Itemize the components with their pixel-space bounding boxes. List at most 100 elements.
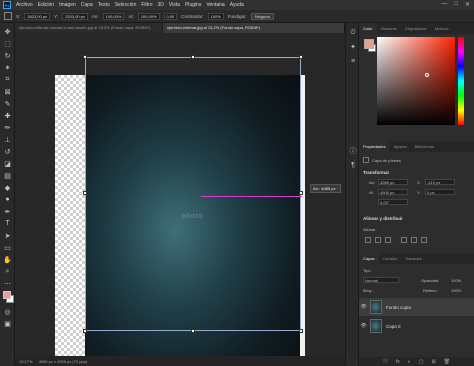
new-layer-icon[interactable]: ⊞ <box>432 359 436 365</box>
menu-3d[interactable]: 3D <box>158 2 164 8</box>
color-picker-marker[interactable] <box>425 73 429 77</box>
tab-ajustes[interactable]: Ajustes <box>389 141 410 152</box>
foreground-color-chip[interactable] <box>364 39 374 49</box>
tab-degradados[interactable]: Degradados <box>401 23 431 34</box>
layer-row-fondo-copia[interactable]: 👁 Fondo copia <box>359 298 474 316</box>
x-field[interactable]: 2823,00 px <box>24 12 51 20</box>
hand-icon[interactable]: ✋ <box>3 255 12 264</box>
eraser-icon[interactable]: ◪ <box>3 159 12 168</box>
align-middle-icon[interactable] <box>411 237 417 243</box>
tab-color[interactable]: Color <box>359 23 377 34</box>
color-picker-field[interactable] <box>377 37 455 125</box>
lasso-icon[interactable]: ↻ <box>3 51 12 60</box>
opacity-value[interactable]: 100% <box>451 278 461 283</box>
deform-select[interactable]: Ninguna <box>250 12 274 20</box>
menu-vista[interactable]: Vista <box>169 2 180 8</box>
group-icon[interactable]: ▢ <box>419 359 424 365</box>
height-field[interactable]: 100,00% <box>137 12 160 20</box>
info-icon[interactable]: ⓘ <box>349 147 357 155</box>
tab-label: ejercicio-rellenar.jpg al 13,2% (Fondo c… <box>167 25 260 30</box>
menu-capa[interactable]: Capa <box>81 2 93 8</box>
menu-filtro[interactable]: Filtro <box>141 2 152 8</box>
type-icon[interactable]: T <box>3 219 12 228</box>
close-icon[interactable]: ✕ <box>465 1 470 8</box>
frame-icon[interactable]: ⊠ <box>3 87 12 96</box>
menu-edicion[interactable]: Edición <box>38 2 54 8</box>
paragraph-icon[interactable]: ¶ <box>349 161 357 169</box>
path-selection-icon[interactable]: ➤ <box>3 231 12 240</box>
fx-icon[interactable]: fx <box>396 359 400 365</box>
zoom-icon[interactable]: ⌕ <box>3 267 12 276</box>
foreground-color-swatch[interactable] <box>3 291 11 299</box>
transform-handle[interactable] <box>299 55 303 59</box>
trash-icon[interactable]: 🗑 <box>444 359 450 365</box>
tab-trazados[interactable]: Trazados <box>401 253 426 264</box>
menu-imagen[interactable]: Imagen <box>59 2 76 8</box>
menu-ayuda[interactable]: Ayuda <box>230 2 244 8</box>
gradient-icon[interactable]: ▤ <box>3 171 12 180</box>
move-icon[interactable]: ✥ <box>3 27 12 36</box>
link-layers-icon[interactable]: ⓕ <box>383 358 388 365</box>
minimize-icon[interactable]: — <box>441 1 447 8</box>
interp-field[interactable]: 100% <box>207 12 224 20</box>
rectangle-icon[interactable]: ▭ <box>3 243 12 252</box>
visibility-eye-icon[interactable]: 👁 <box>359 323 368 329</box>
menu-archivo[interactable]: Archivo <box>16 2 33 8</box>
brush-icon[interactable]: ✏ <box>3 123 12 132</box>
menu-texto[interactable]: Texto <box>98 2 110 8</box>
history-brush-icon[interactable]: ↺ <box>3 147 12 156</box>
tab-capas[interactable]: Capas <box>359 253 379 264</box>
align-top-icon[interactable] <box>401 237 407 243</box>
align-right-icon[interactable] <box>385 237 391 243</box>
more-tools-icon[interactable]: ⋯ <box>3 279 12 288</box>
transform-handle[interactable] <box>83 55 87 59</box>
y-field[interactable]: 2333,00 px <box>62 12 88 20</box>
hue-slider[interactable] <box>458 37 464 125</box>
fill-value[interactable]: 100% <box>451 288 461 293</box>
magic-wand-icon[interactable]: ✶ <box>3 63 12 72</box>
maximize-icon[interactable]: □ <box>454 1 458 8</box>
align-section-title[interactable]: Alinear y distribuir <box>363 216 403 221</box>
align-left-icon[interactable] <box>365 237 371 243</box>
marquee-icon[interactable]: ⬚ <box>3 39 12 48</box>
document-photo[interactable]: photo <box>85 75 300 356</box>
brush-settings-icon[interactable]: ✦ <box>349 43 357 51</box>
eyedropper-icon[interactable]: ✎ <box>3 99 12 108</box>
menu-plugins[interactable]: Plugins <box>185 2 201 8</box>
transform-section-title[interactable]: Transformar <box>363 170 389 175</box>
tab-motivos[interactable]: Motivos <box>431 23 453 34</box>
canvas-area[interactable]: photo An.: 4085 px <box>15 33 345 356</box>
dodge-icon[interactable]: ● <box>3 195 12 204</box>
tab-canales[interactable]: Canales <box>379 253 402 264</box>
healing-brush-icon[interactable]: ✚ <box>3 111 12 120</box>
clone-stamp-icon[interactable]: ⊥ <box>3 135 12 144</box>
adjust-icon[interactable]: ≡ <box>349 57 357 65</box>
blur-icon[interactable]: ◆ <box>3 183 12 192</box>
tab-propiedades[interactable]: Propiedades <box>359 141 390 152</box>
tab-label: ejercicio-rellenar-canvas-b-web-studio.j… <box>19 25 151 30</box>
tab-bibliotecas[interactable]: Bibliotecas <box>411 141 438 152</box>
tab-document-2[interactable]: ejercicio-rellenar.jpg al 13,2% (Fondo c… <box>163 23 345 33</box>
move-tool-icon[interactable] <box>4 12 12 20</box>
screen-mode-icon[interactable]: ▣ <box>3 319 12 328</box>
angle-field[interactable]: 0,00 <box>163 12 178 20</box>
quick-mask-icon[interactable]: ◎ <box>3 307 12 316</box>
tab-document-1[interactable]: ejercicio-rellenar-canvas-b-web-studio.j… <box>15 23 163 33</box>
measure-tooltip: An.: 4085 px <box>310 184 341 193</box>
zoom-level[interactable]: 13,17% <box>19 359 33 364</box>
tab-muestras[interactable]: Muestras <box>377 23 401 34</box>
adjustment-layer-icon[interactable]: ◐ <box>408 359 411 365</box>
layer-filter-label[interactable]: Tipo <box>363 268 371 273</box>
height-label: Al: <box>128 13 134 19</box>
menu-ventana[interactable]: Ventana <box>206 2 224 8</box>
width-field[interactable]: 100,00% <box>102 12 125 20</box>
menu-seleccion[interactable]: Selección <box>115 2 137 8</box>
visibility-eye-icon[interactable]: 👁 <box>359 304 368 310</box>
pen-icon[interactable]: ✒ <box>3 207 12 216</box>
layer-row-capa-0[interactable]: 👁 Capa 0 <box>359 317 474 335</box>
transform-handle[interactable] <box>191 55 195 59</box>
history-icon[interactable]: ⏲ <box>349 29 357 37</box>
align-center-h-icon[interactable] <box>375 237 381 243</box>
crop-icon[interactable]: ⌗ <box>3 75 12 84</box>
align-bottom-icon[interactable] <box>421 237 427 243</box>
